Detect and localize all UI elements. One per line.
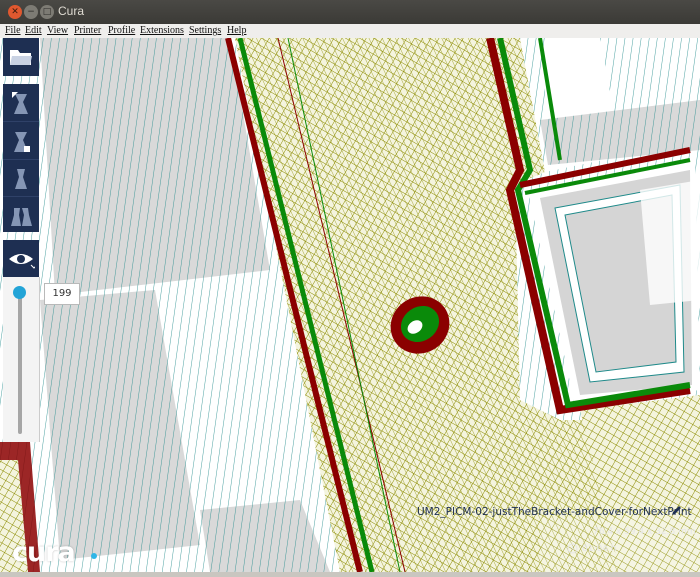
layer-slider-handle[interactable] bbox=[13, 286, 26, 299]
view-mode-button[interactable] bbox=[3, 240, 39, 277]
tool-panel bbox=[3, 38, 39, 76]
transform-tools bbox=[3, 84, 39, 232]
layer-slider-track[interactable] bbox=[18, 288, 22, 434]
menu-bar: File Edit View Printer Profile Extension… bbox=[0, 24, 700, 39]
edit-job-name-icon[interactable] bbox=[670, 505, 682, 517]
open-file-button[interactable] bbox=[3, 38, 39, 76]
rotate-icon bbox=[15, 169, 27, 189]
job-dimensions: 76.4 x 59.4 x 32.8 mm bbox=[593, 527, 696, 537]
menu-file[interactable]: File bbox=[5, 25, 21, 36]
layer-viewport[interactable] bbox=[0, 38, 700, 577]
maximize-window-button[interactable]: □ bbox=[40, 5, 54, 19]
menu-extensions[interactable]: Extensions bbox=[140, 25, 184, 36]
mirror-icon bbox=[11, 207, 32, 226]
menu-view[interactable]: View bbox=[47, 25, 68, 36]
translate-icon bbox=[12, 91, 28, 114]
menu-settings[interactable]: Settings bbox=[189, 25, 221, 36]
menu-edit[interactable]: Edit bbox=[25, 25, 42, 36]
menu-profile[interactable]: Profile bbox=[108, 25, 135, 36]
view-mode-panel bbox=[3, 240, 39, 277]
rotate-tool-button[interactable] bbox=[3, 160, 39, 196]
mirror-tool-button[interactable] bbox=[3, 197, 39, 232]
job-name: UM2_PICM-02-justTheBracket-andCover-forN… bbox=[417, 506, 692, 518]
window-title: Cura bbox=[58, 4, 85, 18]
logo-dot bbox=[91, 553, 97, 559]
scale-tool-button[interactable] bbox=[3, 122, 39, 159]
title-bar: ✕ − □ Cura bbox=[0, 0, 700, 24]
folder-icon bbox=[10, 50, 32, 65]
layer-number-input[interactable]: 199 bbox=[44, 283, 80, 305]
minimize-window-button[interactable]: − bbox=[24, 5, 38, 19]
scale-icon bbox=[14, 131, 30, 152]
window-bottom-edge bbox=[0, 572, 700, 577]
print-time: 01:04 h bbox=[582, 544, 617, 554]
close-window-button[interactable]: ✕ bbox=[8, 5, 22, 19]
clock-icon bbox=[567, 543, 578, 554]
translate-tool-button[interactable] bbox=[3, 84, 39, 121]
cura-logo: cura bbox=[12, 537, 76, 568]
menu-printer[interactable]: Printer bbox=[74, 25, 101, 36]
eye-icon bbox=[9, 253, 35, 269]
layer-render bbox=[0, 38, 700, 577]
menu-help[interactable]: Help bbox=[227, 25, 246, 36]
